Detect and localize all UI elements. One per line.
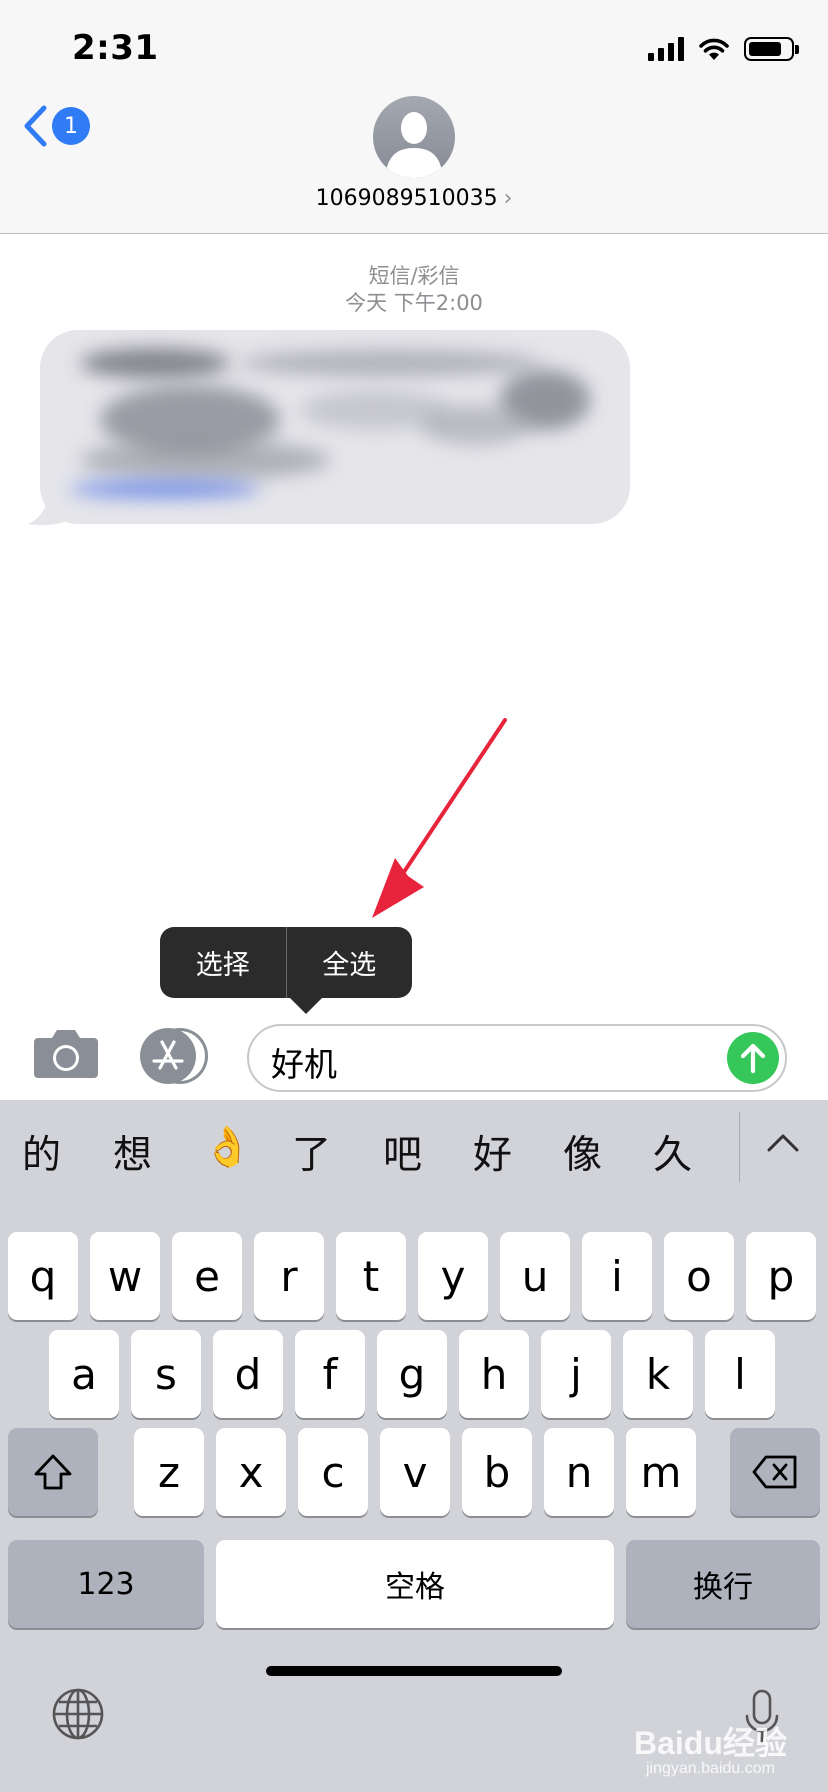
battery-icon — [744, 37, 799, 61]
candidate-word[interactable]: 的 — [22, 1124, 61, 1180]
camera-button[interactable] — [32, 1028, 100, 1080]
status-time: 2:31 — [72, 28, 159, 68]
app-store-icon — [140, 1028, 196, 1084]
wifi-icon — [699, 38, 729, 60]
key-g[interactable]: g — [377, 1330, 447, 1418]
key-m[interactable]: m — [626, 1428, 696, 1516]
delete-key[interactable] — [730, 1428, 820, 1516]
message-timestamp: 今天 下午2:00 — [345, 291, 483, 315]
home-indicator[interactable] — [266, 1666, 562, 1676]
key-i[interactable]: i — [582, 1232, 652, 1320]
space-key[interactable]: 空格 — [216, 1540, 614, 1628]
key-d[interactable]: d — [213, 1330, 283, 1418]
key-r[interactable]: r — [254, 1232, 324, 1320]
candidate-word[interactable]: 好 — [473, 1124, 512, 1180]
person-icon — [385, 112, 443, 178]
back-button[interactable]: 1 — [22, 104, 90, 148]
candidate-word[interactable]: 了 — [292, 1124, 331, 1180]
candidate-word[interactable]: 吧 — [383, 1124, 422, 1180]
watermark: Baidu经验 jingyan.baidu.com — [634, 1718, 787, 1778]
chevron-right-icon: › — [503, 186, 513, 211]
key-o[interactable]: o — [664, 1232, 734, 1320]
candidate-emoji[interactable]: 👌 — [203, 1124, 252, 1170]
expand-candidates-button[interactable] — [766, 1128, 800, 1158]
received-message-bubble[interactable] — [40, 330, 630, 524]
key-l[interactable]: l — [705, 1330, 775, 1418]
key-f[interactable]: f — [295, 1330, 365, 1418]
return-key[interactable]: 换行 — [626, 1540, 820, 1628]
key-h[interactable]: h — [459, 1330, 529, 1418]
app-store-button[interactable] — [140, 1028, 212, 1084]
key-q[interactable]: q — [8, 1232, 78, 1320]
key-c[interactable]: c — [298, 1428, 368, 1516]
key-w[interactable]: w — [90, 1232, 160, 1320]
globe-icon — [52, 1688, 104, 1740]
message-input[interactable]: 好机 — [247, 1024, 787, 1092]
globe-button[interactable] — [50, 1686, 106, 1742]
key-x[interactable]: x — [216, 1428, 286, 1516]
candidate-word[interactable]: 像 — [563, 1124, 602, 1180]
key-j[interactable]: j — [541, 1330, 611, 1418]
contact-name[interactable]: 1069089510035 › — [0, 186, 828, 211]
select-all-button[interactable]: 全选 — [287, 927, 413, 998]
numbers-key[interactable]: 123 — [8, 1540, 204, 1628]
candidate-word[interactable]: 久 — [653, 1124, 692, 1180]
key-u[interactable]: u — [500, 1232, 570, 1320]
chevron-left-icon — [24, 105, 47, 147]
key-b[interactable]: b — [462, 1428, 532, 1516]
shift-key[interactable] — [8, 1428, 98, 1516]
cellular-signal-icon — [648, 37, 684, 61]
camera-icon — [34, 1030, 98, 1078]
status-icons — [648, 36, 799, 62]
send-button[interactable] — [727, 1032, 779, 1084]
candidate-divider — [739, 1112, 740, 1182]
key-e[interactable]: e — [172, 1232, 242, 1320]
key-y[interactable]: y — [418, 1232, 488, 1320]
key-v[interactable]: v — [380, 1428, 450, 1516]
watermark-brand: Baidu经验 — [634, 1725, 787, 1761]
contact-number: 1069089510035 — [315, 186, 498, 211]
message-type-label: 短信/彩信 — [368, 264, 460, 288]
message-input-text: 好机 — [271, 1045, 337, 1084]
keyboard: 的 想 👌 了 吧 好 像 久 qwertyuiop asdfghjkl zxc… — [0, 1100, 828, 1792]
unread-count-badge: 1 — [52, 107, 90, 145]
key-s[interactable]: s — [131, 1330, 201, 1418]
key-a[interactable]: a — [49, 1330, 119, 1418]
key-p[interactable]: p — [746, 1232, 816, 1320]
key-n[interactable]: n — [544, 1428, 614, 1516]
conversation-header: 2:31 1 1069089510035 › — [0, 0, 828, 234]
contact-avatar[interactable] — [373, 96, 455, 178]
select-button[interactable]: 选择 — [160, 927, 286, 998]
arrow-up-icon — [740, 1043, 766, 1074]
edit-menu: 选择 全选 — [160, 927, 413, 1014]
shift-icon — [34, 1454, 72, 1490]
battery-level — [749, 42, 781, 56]
chevron-up-icon — [767, 1134, 799, 1152]
watermark-url: jingyan.baidu.com — [646, 1760, 775, 1777]
key-t[interactable]: t — [336, 1232, 406, 1320]
candidate-word[interactable]: 想 — [113, 1124, 152, 1180]
key-k[interactable]: k — [623, 1330, 693, 1418]
candidate-bar: 的 想 👌 了 吧 好 像 久 — [0, 1100, 828, 1196]
key-z[interactable]: z — [134, 1428, 204, 1516]
backspace-icon — [752, 1455, 797, 1489]
